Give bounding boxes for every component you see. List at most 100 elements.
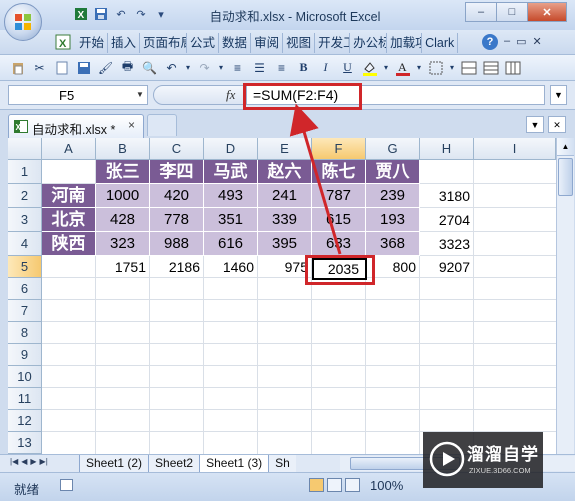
italic-icon[interactable]: I [316,58,335,77]
redo-icon[interactable]: ↷ [132,5,150,23]
tab-data[interactable]: 数据 [219,33,252,53]
tab-view[interactable]: 视图 [283,33,316,53]
font-color-dropdown-icon[interactable]: ▾ [415,58,423,77]
cell-f2[interactable]: 787 [312,184,366,208]
row-header-5[interactable]: 5 [8,256,42,278]
cell-e3[interactable]: 339 [258,208,312,232]
row-header-12[interactable]: 12 [8,410,42,432]
row-header-4[interactable]: 4 [8,232,42,256]
cell-g1[interactable]: 贾八 [366,160,420,184]
cell-c3[interactable]: 778 [150,208,204,232]
cell-b2[interactable]: 1000 [96,184,150,208]
cell-f1[interactable]: 陈七 [312,160,366,184]
minimize-button[interactable]: – [465,2,497,22]
cell-e1[interactable]: 赵六 [258,160,312,184]
prev-sheet-icon[interactable]: ◀ [21,457,27,466]
cell-d2[interactable]: 493 [204,184,258,208]
align-right-icon[interactable]: ≡ [272,58,291,77]
page-break-view-icon[interactable] [345,478,360,492]
first-sheet-icon[interactable]: |◀ [10,457,18,466]
cell-d3[interactable]: 351 [204,208,258,232]
column-header-f[interactable]: F [312,138,366,160]
row-header-3[interactable]: 3 [8,208,42,232]
align-center-icon[interactable]: ☰ [250,58,269,77]
workbook-tab-close-icon[interactable]: × [128,118,135,132]
page-layout-view-icon[interactable] [327,478,342,492]
tab-clark[interactable]: Clark [422,33,459,53]
row-header-2[interactable]: 2 [8,184,42,208]
cell-a4[interactable]: 陕西 [42,232,96,256]
undo-toolbar-icon[interactable]: ↶ [162,58,181,77]
workbook-tab[interactable]: X 自动求和.xlsx * × [8,114,144,138]
tab-home[interactable]: 开始 [76,33,109,53]
fill-color-icon[interactable] [360,58,379,77]
fill-color-dropdown-icon[interactable]: ▾ [382,58,390,77]
cell-c2[interactable]: 420 [150,184,204,208]
cell-f3[interactable]: 615 [312,208,366,232]
tab-review[interactable]: 审阅 [251,33,284,53]
cell-d4[interactable]: 616 [204,232,258,256]
row-header-8[interactable]: 8 [8,322,42,344]
cell-h3[interactable]: 2704 [420,208,474,232]
cell-g3[interactable]: 193 [366,208,420,232]
workbook-list-icon[interactable]: ▼ [526,116,544,133]
column-header-g[interactable]: G [366,138,420,160]
row-header-11[interactable]: 11 [8,388,42,410]
redo-dropdown-icon[interactable]: ▾ [217,58,225,77]
scroll-up-icon[interactable]: ▲ [557,138,574,156]
row-header-9[interactable]: 9 [8,344,42,366]
print-icon[interactable]: 🖶 [118,58,137,77]
new-workbook-tab[interactable] [147,114,177,136]
cell-e4[interactable]: 395 [258,232,312,256]
cell-a2[interactable]: 河南 [42,184,96,208]
vertical-scroll-thumb[interactable] [558,158,573,196]
sheet-tab-3[interactable]: Sheet1 (3) [199,455,270,473]
column-header-e[interactable]: E [258,138,312,160]
tab-formulas[interactable]: 公式 [187,33,220,53]
cut-icon[interactable]: ✂ [30,58,49,77]
name-box-dropdown-icon[interactable]: ▼ [136,90,144,99]
save-toolbar-icon[interactable] [74,58,93,77]
select-all-corner[interactable] [8,138,42,160]
row-header-7[interactable]: 7 [8,300,42,322]
cell-g2[interactable]: 239 [366,184,420,208]
cell-h4[interactable]: 3323 [420,232,474,256]
merge-cells-icon[interactable] [459,58,478,77]
save-icon[interactable] [92,5,110,23]
bold-icon[interactable]: B [294,58,313,77]
close-button[interactable]: ✕ [527,2,567,22]
row-header-10[interactable]: 10 [8,366,42,388]
ribbon-minimize-icon[interactable]: – [504,35,510,48]
column-header-i[interactable]: I [474,138,556,160]
column-header-h[interactable]: H [420,138,474,160]
ribbon-restore-icon[interactable]: ▭ [516,35,526,48]
cell-d1[interactable]: 马武 [204,160,258,184]
last-sheet-icon[interactable]: ▶| [40,457,48,466]
cell-e5[interactable]: 975 [258,256,312,278]
cell-c1[interactable]: 李四 [150,160,204,184]
column-header-d[interactable]: D [204,138,258,160]
redo-toolbar-icon[interactable]: ↷ [195,58,214,77]
sheet-tab-2[interactable]: Sheet2 [148,455,201,473]
cell-b1[interactable]: 张三 [96,160,150,184]
insert-function-icon[interactable]: fx [226,87,235,103]
excel-app-icon[interactable]: X [72,5,90,23]
sheet-tab-1[interactable]: Sheet1 (2) [79,455,150,473]
underline-icon[interactable]: U [338,58,357,77]
help-icon[interactable]: ? [482,34,498,50]
cell-b5[interactable]: 1751 [96,256,150,278]
qat-more-icon[interactable]: ▾ [152,5,170,23]
formula-bar-expand-icon[interactable]: ▼ [550,85,567,105]
paste-icon[interactable] [8,58,27,77]
cell-b3[interactable]: 428 [96,208,150,232]
column-header-c[interactable]: C [150,138,204,160]
cell-h2[interactable]: 3180 [420,184,474,208]
font-color-icon[interactable]: A [393,58,412,77]
macro-record-icon[interactable] [60,479,73,491]
undo-dropdown-icon[interactable]: ▾ [184,58,192,77]
tab-developer[interactable]: 开发工具 [315,33,351,53]
row-header-1[interactable]: 1 [8,160,42,184]
sheet-tab-4[interactable]: Sh [268,455,296,473]
tab-page-layout[interactable]: 页面布局 [140,33,188,53]
next-sheet-icon[interactable]: ▶ [30,457,36,466]
